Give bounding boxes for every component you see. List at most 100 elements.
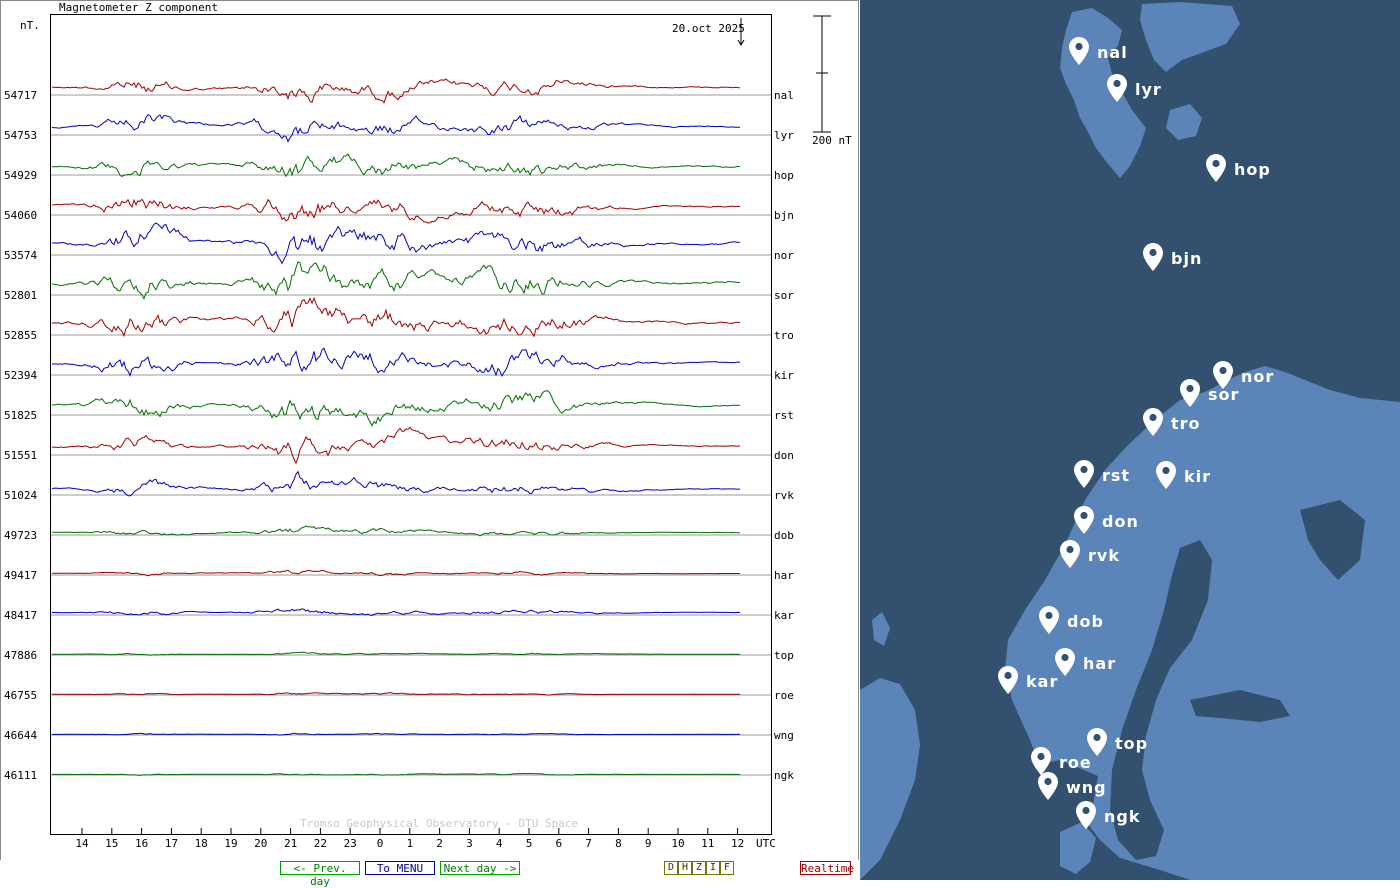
baseline-value-label: 47886	[4, 649, 37, 662]
x-tick-label: 7	[585, 837, 592, 850]
map-station-label-sor[interactable]: sor	[1208, 385, 1239, 404]
svalbard-south-island	[1166, 104, 1202, 140]
map-station-label-top[interactable]: top	[1115, 734, 1148, 753]
map-station-label-kar[interactable]: kar	[1026, 672, 1058, 691]
map-pin-icon[interactable]	[1039, 606, 1059, 634]
x-tick-label: 17	[165, 837, 178, 850]
baseline-value-label: 52801	[4, 289, 37, 302]
map-station-label-dob[interactable]: dob	[1067, 612, 1104, 631]
map-pin-icon[interactable]	[1038, 772, 1058, 800]
x-tick-label: 8	[615, 837, 622, 850]
magnetometer-chart: 54717 nal54753 lyr54929 hop54060 bjn53574 nor…	[0, 0, 859, 860]
x-tick-label: 23	[344, 837, 357, 850]
map-pin-icon[interactable]	[998, 666, 1018, 694]
map-station-label-wng[interactable]: wng	[1066, 778, 1107, 797]
x-tick-label: 5	[526, 837, 533, 850]
x-tick-label: 0	[377, 837, 384, 850]
map-pin-icon[interactable]	[1074, 506, 1094, 534]
x-tick-label: 15	[105, 837, 118, 850]
station-label-hop: hop	[774, 169, 794, 182]
component-z-button[interactable]: Z	[692, 861, 706, 875]
baseline-value-label: 48417	[4, 609, 37, 622]
map-station-label-nor[interactable]: nor	[1241, 367, 1274, 386]
station-label-nor: nor	[774, 249, 794, 262]
map-station-label-rst[interactable]: rst	[1102, 466, 1130, 485]
station-label-kar: kar	[774, 609, 794, 622]
magnetometer-chart-panel: 54717 nal 54753 lyr 54929 hop 54060 bjn 53574 nor…	[0, 0, 860, 888]
map-station-label-don[interactable]: don	[1102, 512, 1139, 531]
station-label-top: top	[774, 649, 794, 662]
svalbard-landmass	[1060, 8, 1146, 178]
next-day-button[interactable]: Next day ->	[440, 861, 520, 875]
station-label-tro: tro	[774, 329, 794, 342]
map-pin-icon[interactable]	[1060, 540, 1080, 568]
x-tick-label: 2	[436, 837, 443, 850]
map-pin-icon[interactable]	[1206, 154, 1226, 182]
realtime-button[interactable]: Realtime	[800, 861, 854, 875]
map-station-label-hop[interactable]: hop	[1234, 160, 1271, 179]
baseline-value-label: 49723	[4, 529, 37, 542]
baseline-value-label: 46644	[4, 729, 37, 742]
baseline-value-label: 52855	[4, 329, 37, 342]
map-station-label-tro[interactable]: tro	[1171, 414, 1201, 433]
map-pin-icon[interactable]	[1156, 461, 1176, 489]
map-pin-icon[interactable]	[1143, 243, 1163, 271]
map-station-label-ngk[interactable]: ngk	[1104, 807, 1140, 826]
map-station-label-nal[interactable]: nal	[1097, 43, 1128, 62]
map-pin-icon[interactable]	[1143, 408, 1163, 436]
baseline-value-label: 49417	[4, 569, 37, 582]
baseline-value-label: 53574	[4, 249, 37, 262]
station-label-ngk: ngk	[774, 769, 794, 782]
scale-bar	[813, 15, 831, 133]
baseline-value-label: 54753	[4, 129, 37, 142]
map-pin-icon[interactable]	[1180, 379, 1200, 407]
baseline-value-label: 51551	[4, 449, 37, 462]
station-label-nal: nal	[774, 89, 794, 102]
map-pin-icon[interactable]	[1087, 728, 1107, 756]
baseline-value-label: 54717	[4, 89, 37, 102]
prev-day-button[interactable]: <- Prev. day	[280, 861, 360, 888]
menu-button[interactable]: To MENU	[365, 861, 435, 875]
map-pin-icon[interactable]	[1076, 801, 1096, 829]
x-tick-label: 19	[224, 837, 237, 850]
station-label-har: har	[774, 569, 794, 582]
map-station-label-roe[interactable]: roe	[1059, 753, 1092, 772]
station-label-lyr: lyr	[774, 129, 794, 142]
shetland-islands	[872, 612, 890, 646]
chart-title: Magnetometer Z component	[59, 1, 218, 14]
map-pin-icon[interactable]	[1107, 74, 1127, 102]
component-selector: D H Z I F	[664, 861, 734, 875]
x-tick-label: 6	[555, 837, 562, 850]
baseline-value-label: 54929	[4, 169, 37, 182]
component-i-button[interactable]: I	[706, 861, 720, 875]
component-h-button[interactable]: H	[678, 861, 692, 875]
component-d-button[interactable]: D	[664, 861, 678, 875]
baseline-value-label: 51024	[4, 489, 37, 502]
x-tick-label: 18	[195, 837, 208, 850]
date-label: 20.oct 2025	[672, 22, 745, 35]
station-label-rst: rst	[774, 409, 794, 422]
plot-area-frame	[50, 14, 772, 835]
x-tick-label: 20	[254, 837, 267, 850]
map-station-label-har[interactable]: har	[1083, 654, 1116, 673]
baseline-value-label: 54060	[4, 209, 37, 222]
map-pin-icon[interactable]	[1069, 37, 1089, 65]
denmark-landmass	[1060, 822, 1096, 874]
map-station-label-bjn[interactable]: bjn	[1171, 249, 1202, 268]
scale-bar-label: 200 nT	[812, 134, 852, 147]
component-f-button[interactable]: F	[720, 861, 734, 875]
credit-text: Tromso Geophysical Observatory - DTU Spa…	[300, 817, 578, 830]
y-unit-label: nT.	[20, 19, 40, 32]
map-station-label-lyr[interactable]: lyr	[1135, 80, 1162, 99]
x-tick-label: 14	[75, 837, 89, 850]
x-tick-label: 1	[406, 837, 413, 850]
x-tick-label: 21	[284, 837, 297, 850]
station-label-wng: wng	[774, 729, 794, 742]
x-tick-label: 16	[135, 837, 148, 850]
map-station-label-kir[interactable]: kir	[1184, 467, 1211, 486]
baseline-value-label: 46755	[4, 689, 37, 702]
map-pin-icon[interactable]	[1031, 747, 1051, 775]
map-station-label-rvk[interactable]: rvk	[1088, 546, 1120, 565]
baseline-value-label: 51825	[4, 409, 37, 422]
map-pin-icon[interactable]	[1074, 460, 1094, 488]
